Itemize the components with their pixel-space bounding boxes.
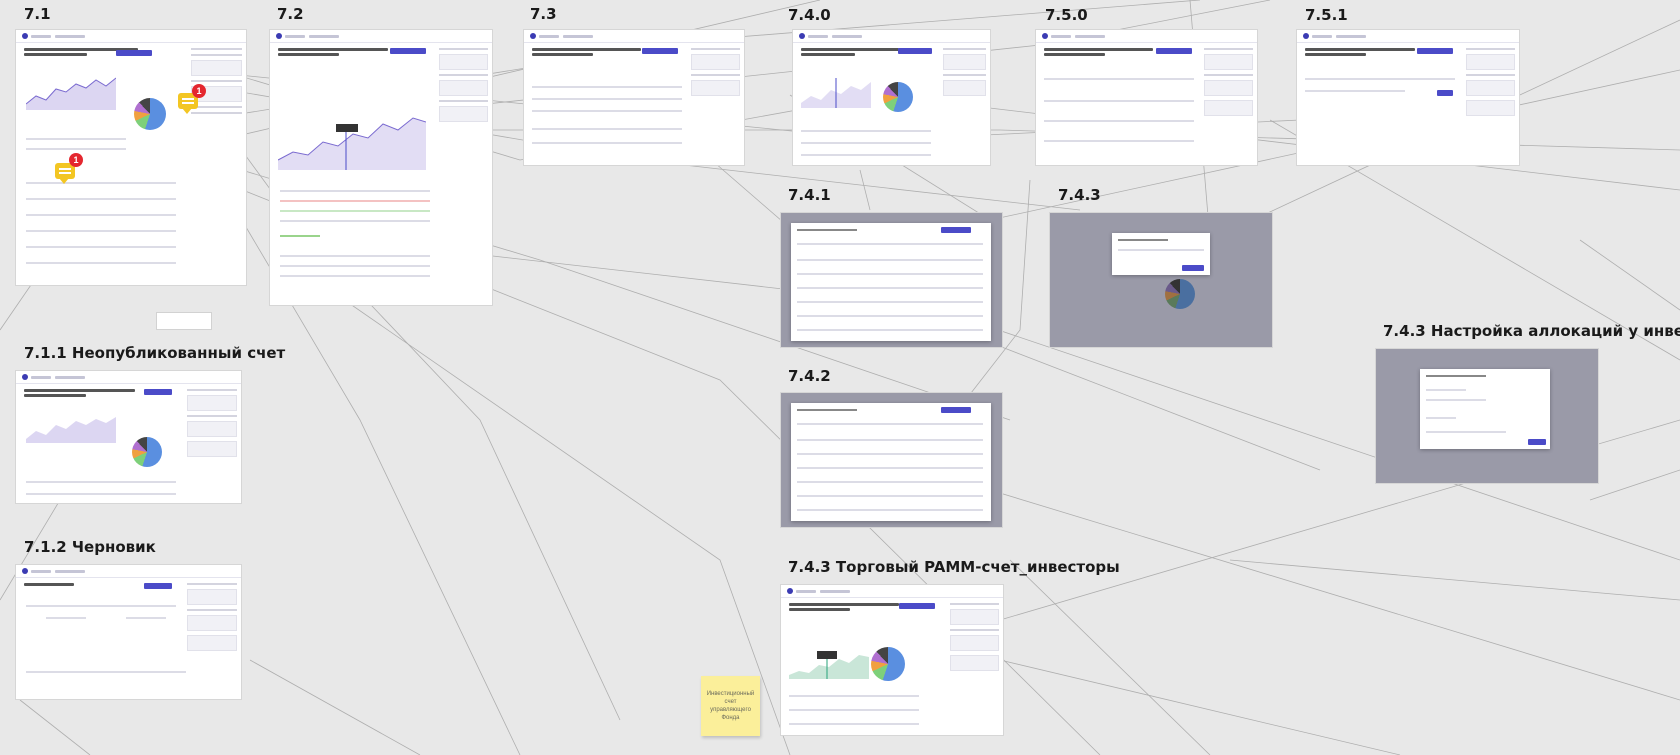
frame-7-1[interactable]: [16, 30, 246, 285]
frame-7-4-3[interactable]: [1050, 213, 1272, 347]
frame-label-7-5-0: 7.5.0: [1045, 6, 1088, 24]
frame-7-4-2[interactable]: [781, 393, 1002, 527]
comment-count-badge: 1: [192, 84, 206, 98]
frame-7-1-1[interactable]: [16, 371, 241, 503]
frame-label-7-4-1: 7.4.1: [788, 186, 831, 204]
frame-label-7-1-2: 7.1.2 Черновик: [24, 538, 156, 556]
frame-7-4-3-allocation[interactable]: [1376, 349, 1598, 483]
popup-menu[interactable]: [156, 312, 212, 330]
frame-label-7-4-2: 7.4.2: [788, 367, 831, 385]
frame-label-7-4-3-pamm: 7.4.3 Торговый PAMM-счет_инвесторы: [788, 558, 1120, 576]
frame-7-4-3-pamm[interactable]: [781, 585, 1003, 735]
frame-7-4-1[interactable]: [781, 213, 1002, 347]
frame-label-7-1: 7.1: [24, 5, 51, 23]
frame-7-1-2[interactable]: [16, 565, 241, 699]
frame-label-7-4-0: 7.4.0: [788, 6, 831, 24]
comment-count-badge: 1: [69, 153, 83, 167]
frame-label-7-4-3: 7.4.3: [1058, 186, 1101, 204]
frame-7-5-0[interactable]: [1036, 30, 1257, 165]
frame-label-7-2: 7.2: [277, 5, 304, 23]
sticky-note[interactable]: Инвестиционный счет управляющего Фонда: [701, 676, 760, 736]
frame-label-7-5-1: 7.5.1: [1305, 6, 1348, 24]
frame-7-5-1[interactable]: [1297, 30, 1519, 165]
frame-label-7-4-3-alloc: 7.4.3 Настройка аллокаций у инвестора: [1383, 322, 1680, 340]
frame-label-7-1-1: 7.1.1 Неопубликованный счет: [24, 344, 286, 362]
frame-7-4-0[interactable]: [793, 30, 990, 165]
frame-7-3[interactable]: [524, 30, 744, 165]
frame-7-2[interactable]: [270, 30, 492, 305]
frame-label-7-3: 7.3: [530, 5, 557, 23]
